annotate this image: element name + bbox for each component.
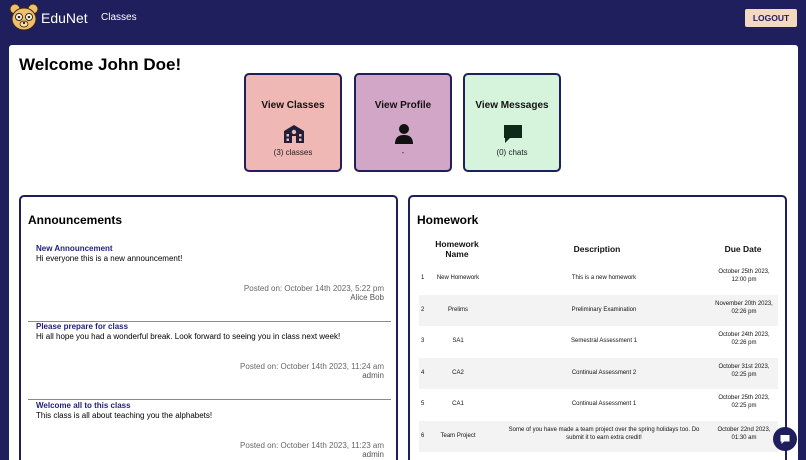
homework-description: Semestral Assessment 1 <box>570 338 638 344</box>
due-date: October 31st 2023, <box>718 364 770 370</box>
homework-name: Team Project <box>440 433 476 439</box>
table-row[interactable]: 6 Team Project Some of you have made a t… <box>419 421 778 452</box>
homework-name: CA1 <box>452 401 464 407</box>
homework-due-date: October 25th 2023, 12:00 pm <box>708 269 780 284</box>
homework-due-date: October 24th 2023, 02:26 pm <box>708 332 780 347</box>
homework-description: Preliminary Examination <box>571 307 637 313</box>
homework-title: Homework <box>417 213 479 227</box>
announcement-author: admin <box>362 371 384 380</box>
announcements-title: Announcements <box>28 213 123 227</box>
homework-name: New Homework <box>436 275 480 281</box>
homework-name: SA1 <box>452 338 464 344</box>
column-header-description: Description <box>573 244 621 254</box>
row-number: 1 <box>421 275 425 281</box>
card-title: View Messages <box>475 100 549 111</box>
card-subtitle: (0) chats <box>496 148 528 157</box>
due-time: 12:00 pm <box>731 276 757 283</box>
homework-due-date: November 20th 2023, 02:26 pm <box>708 301 780 316</box>
row-number: 5 <box>421 401 425 407</box>
card-title: View Classes <box>261 100 325 111</box>
homework-description: Continual Assessment 1 <box>571 401 637 407</box>
announcement-item: Welcome all to this class This class is … <box>28 401 391 460</box>
logout-button[interactable]: LOGOUT <box>745 9 797 27</box>
announcement-author: admin <box>362 450 384 459</box>
row-number: 2 <box>421 307 425 313</box>
table-row[interactable]: 3 SA1 Semestral Assessment 1 October 24t… <box>419 326 778 357</box>
due-date: November 20th 2023, <box>715 301 773 307</box>
welcome-heading: Welcome John Doe! <box>19 55 182 74</box>
announcement-title[interactable]: Welcome all to this class <box>36 401 131 410</box>
announcement-body: Hi all hope you had a wonderful break. L… <box>36 332 341 341</box>
announcement-item: New Announcement Hi everyone this is a n… <box>28 244 391 322</box>
announcement-body: This class is all about teaching you the… <box>36 411 213 420</box>
table-row[interactable]: 4 CA2 Continual Assessment 2 October 31s… <box>419 358 778 389</box>
homework-due-date: October 25th 2023, 02:25 pm <box>708 395 780 410</box>
due-time: 01:30 am <box>731 434 757 441</box>
row-number: 6 <box>421 433 425 439</box>
table-row[interactable]: 5 CA1 Continual Assessment 1 October 25t… <box>419 389 778 420</box>
description-line: submit it to earn extra credit! <box>566 434 642 441</box>
due-date: October 22nd 2023, <box>717 427 771 433</box>
due-time: 02:26 pm <box>731 339 757 346</box>
due-time: 02:26 pm <box>731 308 757 315</box>
due-time: 02:25 pm <box>731 402 757 409</box>
column-header-homework-name: Homework Name <box>424 239 490 259</box>
user-icon <box>395 124 413 144</box>
chat-bubble-icon <box>504 125 522 143</box>
bear-logo-icon[interactable] <box>9 3 39 33</box>
announcement-posted: Posted on: October 14th 2023, 5:22 pm <box>243 284 384 293</box>
brand-name[interactable]: EduNet <box>41 10 88 26</box>
column-header-due-date: Due Date <box>724 244 762 254</box>
card-subtitle: (3) classes <box>273 148 313 157</box>
description-line: Some of you have made a team project ove… <box>508 427 700 433</box>
card-subtitle: - <box>401 148 405 157</box>
table-row[interactable]: 1 New Homework This is a new homework Oc… <box>419 263 778 294</box>
announcement-body: Hi everyone this is a new announcement! <box>36 254 183 263</box>
announcement-title[interactable]: New Announcement <box>36 244 113 253</box>
school-icon <box>284 125 304 143</box>
table-row[interactable]: 2 Prelims Preliminary Examination Novemb… <box>419 295 778 326</box>
announcement-item: Please prepare for class Hi all hope you… <box>28 322 391 400</box>
card-title: View Profile <box>374 100 432 111</box>
row-number: 3 <box>421 338 425 344</box>
announcements-panel: Announcements New Announcement Hi everyo… <box>19 195 398 460</box>
view-messages-card[interactable]: View Messages (0) chats <box>463 73 561 172</box>
header-line: Homework <box>435 239 479 249</box>
due-time: 02:25 pm <box>731 371 757 378</box>
header-line: Name <box>445 249 469 259</box>
homework-description: Some of you have made a team project ove… <box>497 427 711 442</box>
row-number: 4 <box>421 370 425 376</box>
nav-link-classes[interactable]: Classes <box>101 12 137 23</box>
announcement-title[interactable]: Please prepare for class <box>36 322 128 331</box>
homework-name: CA2 <box>452 370 464 376</box>
due-date: October 24th 2023, <box>718 332 770 338</box>
view-profile-card[interactable]: View Profile - <box>354 73 452 172</box>
homework-panel: Homework Homework Name Description Due D… <box>408 195 787 460</box>
announcement-author: Alice Bob <box>350 293 384 302</box>
dashboard-container: Welcome John Doe! View Classes (3) class… <box>9 45 798 460</box>
chat-launcher-button[interactable] <box>773 427 797 451</box>
homework-due-date: October 22nd 2023, 01:30 am <box>708 427 780 442</box>
view-classes-card[interactable]: View Classes (3) classes <box>244 73 342 172</box>
homework-name: Prelims <box>447 307 468 313</box>
chat-icon <box>780 435 790 444</box>
announcement-posted: Posted on: October 14th 2023, 11:23 am <box>240 441 384 450</box>
homework-description: This is a new homework <box>571 275 637 281</box>
announcement-posted: Posted on: October 14th 2023, 11:24 am <box>240 362 384 371</box>
homework-description: Continual Assessment 2 <box>571 370 637 376</box>
top-navbar: EduNet Classes LOGOUT <box>0 0 806 37</box>
due-date: October 25th 2023, <box>718 269 770 275</box>
homework-due-date: October 31st 2023, 02:25 pm <box>708 364 780 379</box>
due-date: October 25th 2023, <box>718 395 770 401</box>
